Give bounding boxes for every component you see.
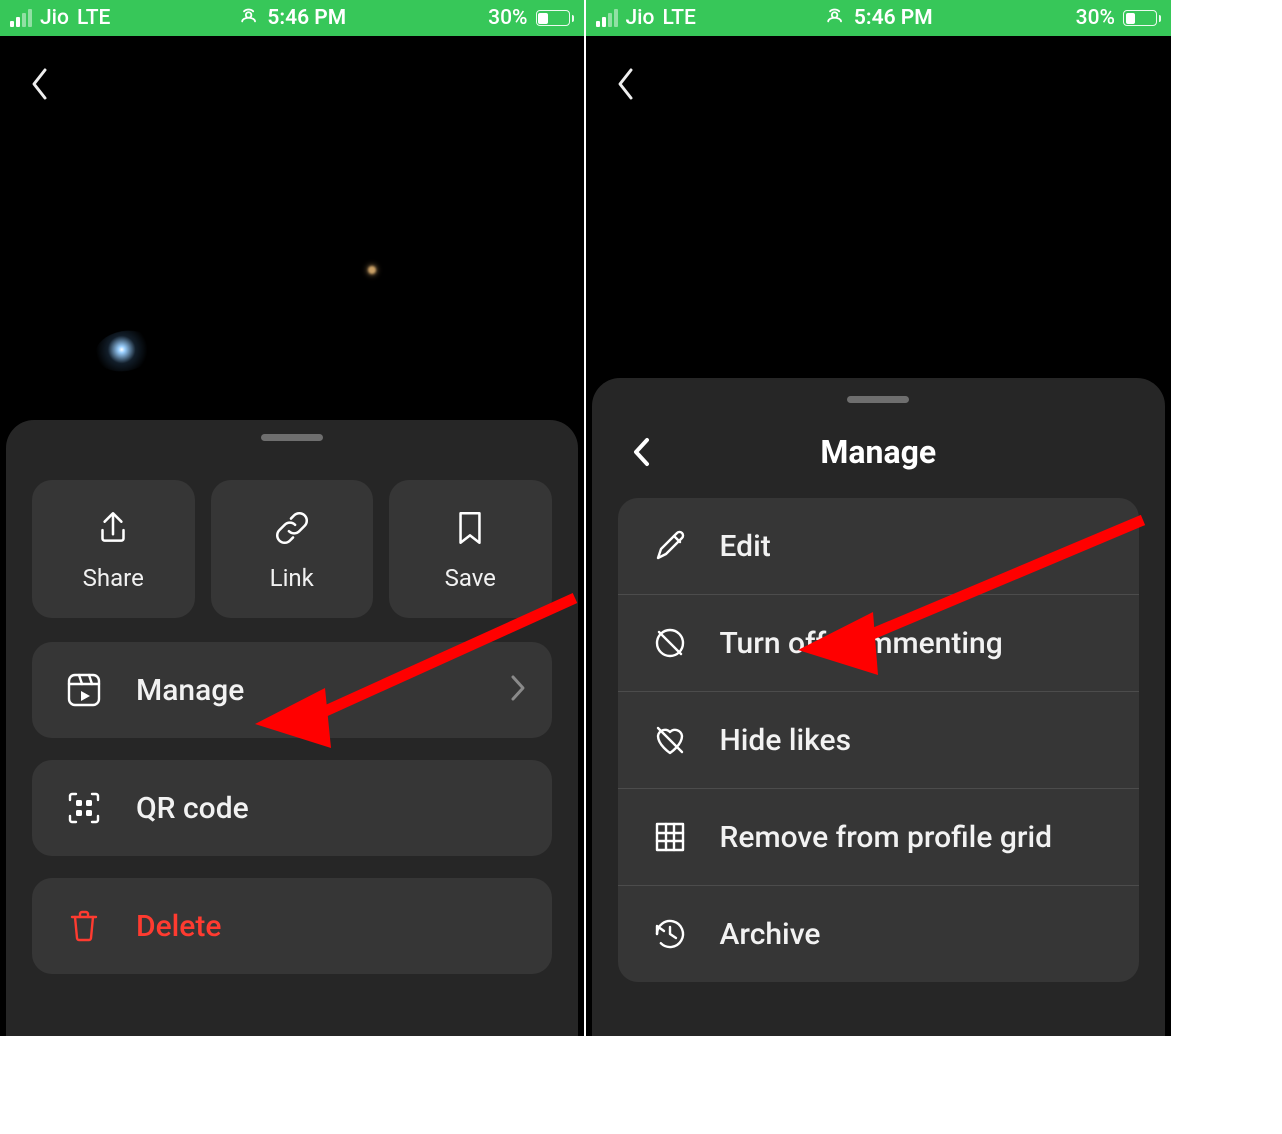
hide-likes-label: Hide likes	[720, 723, 852, 758]
nav-back-button[interactable]	[606, 60, 646, 108]
remove-grid-item[interactable]: Remove from profile grid	[618, 789, 1140, 886]
remove-grid-label: Remove from profile grid	[720, 820, 1053, 855]
hotspot-icon	[237, 4, 259, 32]
signal-icon	[596, 9, 618, 27]
delete-label: Delete	[136, 909, 221, 944]
reel-icon	[62, 668, 106, 712]
hotspot-icon	[824, 4, 846, 32]
clock-label: 5:46 PM	[267, 6, 346, 30]
share-icon	[91, 506, 135, 550]
pencil-icon	[648, 524, 692, 568]
bookmark-icon	[448, 506, 492, 550]
turn-off-commenting-item[interactable]: Turn off commenting	[618, 595, 1140, 692]
edit-label: Edit	[720, 529, 771, 564]
right-screenshot: Jio LTE 5:46 PM 30%	[586, 0, 1172, 1036]
action-sheet[interactable]: Share Link Save	[6, 420, 578, 1036]
archive-icon	[648, 912, 692, 956]
heart-off-icon	[648, 718, 692, 762]
trash-icon	[62, 904, 106, 948]
save-button[interactable]: Save	[389, 480, 552, 618]
manage-label: Manage	[136, 673, 244, 708]
comment-off-icon	[648, 621, 692, 665]
qr-row[interactable]: QR code	[32, 760, 552, 856]
chevron-right-icon	[508, 673, 528, 707]
edit-item[interactable]: Edit	[618, 498, 1140, 595]
save-label: Save	[445, 564, 496, 592]
sheet-title: Manage	[820, 433, 936, 471]
battery-icon	[536, 10, 574, 26]
grid-icon	[648, 815, 692, 859]
network-label: LTE	[77, 6, 110, 30]
status-bar: Jio LTE 5:46 PM 30%	[0, 0, 584, 36]
delete-row[interactable]: Delete	[32, 878, 552, 974]
battery-percent: 30%	[488, 6, 527, 30]
archive-item[interactable]: Archive	[618, 886, 1140, 982]
sheet-back-button[interactable]	[622, 432, 662, 472]
carrier-label: Jio	[626, 6, 655, 30]
qr-label: QR code	[136, 791, 249, 826]
qr-icon	[62, 786, 106, 830]
link-label: Link	[270, 564, 314, 592]
manage-row[interactable]: Manage	[32, 642, 552, 738]
manage-list: Edit Turn off commenting Hide likes	[618, 498, 1140, 982]
battery-icon	[1123, 10, 1161, 26]
share-button[interactable]: Share	[32, 480, 195, 618]
sheet-grabber[interactable]	[847, 396, 909, 403]
battery-percent: 30%	[1076, 6, 1115, 30]
clock-label: 5:46 PM	[854, 6, 933, 30]
archive-label: Archive	[720, 917, 821, 952]
carrier-label: Jio	[40, 6, 69, 30]
share-label: Share	[83, 564, 144, 592]
sheet-grabber[interactable]	[261, 434, 323, 441]
status-bar: Jio LTE 5:46 PM 30%	[586, 0, 1172, 36]
signal-icon	[10, 9, 32, 27]
network-label: LTE	[662, 6, 695, 30]
hide-likes-item[interactable]: Hide likes	[618, 692, 1140, 789]
nav-back-button[interactable]	[20, 60, 60, 108]
left-screenshot: Jio LTE 5:46 PM 30%	[0, 0, 586, 1036]
link-button[interactable]: Link	[211, 480, 374, 618]
manage-sheet[interactable]: Manage Edit Turn off commenting	[592, 378, 1166, 1036]
link-icon	[270, 506, 314, 550]
turn-off-label: Turn off commenting	[720, 626, 1003, 661]
